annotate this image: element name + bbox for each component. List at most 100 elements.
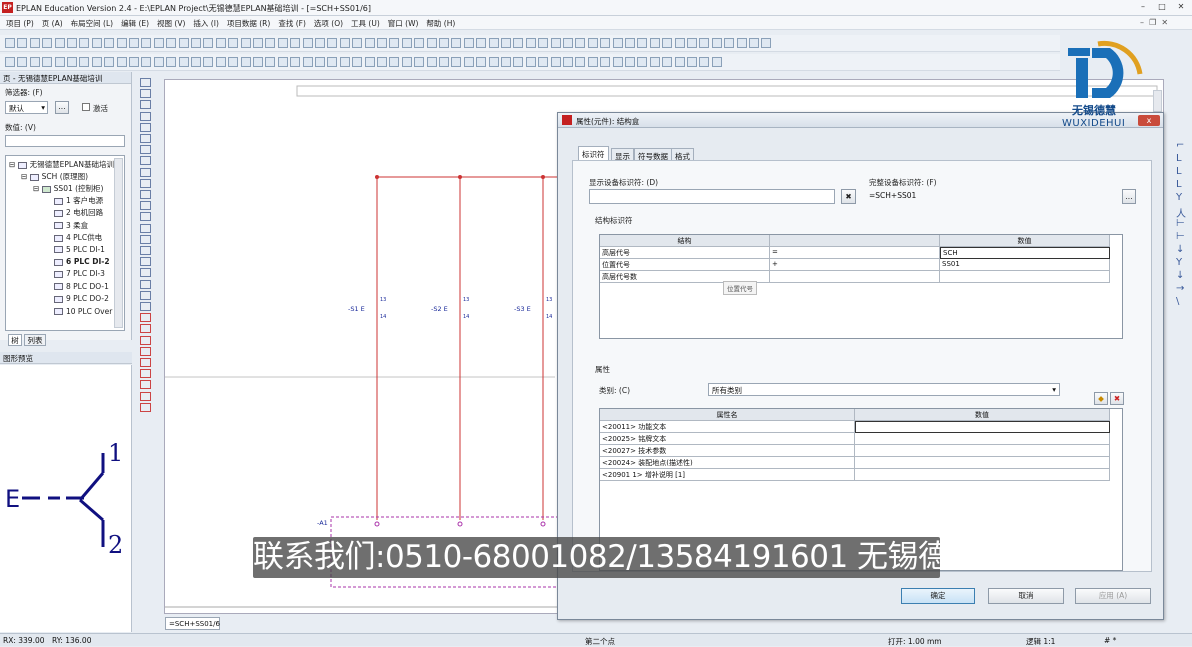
toolbar-button-icon[interactable] (736, 38, 747, 48)
toolbar-button-icon[interactable] (426, 38, 437, 48)
toolbar-button-icon[interactable] (339, 57, 350, 67)
toolbar-button-icon[interactable] (525, 57, 536, 67)
tree-scrollbar[interactable] (114, 158, 123, 328)
toolbar-button-icon[interactable] (327, 57, 338, 67)
toolbar-button-icon[interactable] (538, 57, 549, 67)
connection-tool-icon[interactable]: ⊢ (1176, 218, 1185, 229)
toolbar-button-icon[interactable] (54, 38, 65, 48)
toolbar-button-icon[interactable] (687, 57, 697, 67)
toolbar-button-icon[interactable] (277, 57, 288, 67)
tree-page-item[interactable]: 2 电机回路 (54, 207, 103, 218)
toolbar-button-icon[interactable] (253, 38, 263, 48)
plc-tag-label[interactable]: -A1 (317, 519, 328, 527)
insert-tool-icon[interactable] (140, 246, 151, 255)
toolbar-button-icon[interactable] (550, 38, 561, 48)
insert-tool-icon[interactable] (140, 156, 151, 166)
switch-s3-label[interactable]: -S3 E (514, 305, 531, 313)
toolbar-button-icon[interactable] (649, 57, 660, 67)
toolbar-button-icon[interactable] (587, 57, 598, 67)
tree-page-item[interactable]: 10 PLC Over (54, 307, 112, 316)
toolbar-button-icon[interactable] (401, 38, 412, 48)
toolbar-button-icon[interactable] (513, 57, 524, 67)
connection-tool-icon[interactable]: ⊢ (1176, 231, 1185, 242)
toolbar-button-icon[interactable] (587, 38, 598, 48)
property-cell-value[interactable] (855, 457, 1110, 469)
toolbar-button-icon[interactable] (699, 57, 710, 67)
toolbar-button-icon[interactable] (153, 38, 164, 48)
toolbar-button-icon[interactable] (463, 57, 474, 67)
connection-tool-icon[interactable]: ⌐ (1176, 140, 1184, 151)
toolbar-button-icon[interactable] (389, 38, 400, 48)
toolbar-button-icon[interactable] (215, 38, 226, 48)
structure-cell-value[interactable]: SS01 (940, 259, 1110, 271)
toolbar-button-icon[interactable] (749, 38, 759, 48)
toolbar-button-icon[interactable] (377, 57, 387, 67)
toolbar-button-icon[interactable] (166, 38, 177, 48)
tree-page-item[interactable]: 3 柔盒 (54, 220, 88, 231)
property-cell-value[interactable] (855, 421, 1110, 433)
toolbar-button-icon[interactable] (612, 38, 623, 48)
cancel-button[interactable]: 取消 (988, 588, 1064, 604)
insert-tool-icon[interactable] (140, 234, 151, 244)
property-cell-value[interactable] (855, 469, 1110, 481)
connection-tool-icon[interactable]: → (1176, 283, 1184, 294)
property-cell-value[interactable] (855, 433, 1110, 445)
toolbar-button-icon[interactable] (166, 57, 177, 67)
toolbar-button-icon[interactable] (625, 38, 635, 48)
toolbar-button-icon[interactable] (67, 38, 77, 48)
toolbar-button-icon[interactable] (439, 38, 449, 48)
maximize-button[interactable]: □ (1155, 1, 1169, 13)
menu-item-edit[interactable]: 编辑 (E) (117, 16, 153, 31)
toolbar-button-icon[interactable] (525, 38, 536, 48)
toolbar-button-icon[interactable] (191, 57, 201, 67)
toolbar-button-icon[interactable] (116, 38, 127, 48)
toolbar-button-icon[interactable] (724, 38, 735, 48)
insert-tool-icon[interactable] (140, 391, 151, 401)
toolbar-button-icon[interactable] (488, 57, 499, 67)
insert-tool-icon[interactable] (140, 268, 151, 278)
insert-tool-icon[interactable] (140, 89, 151, 99)
insert-tool-icon[interactable] (140, 223, 151, 233)
toolbar-button-icon[interactable] (414, 57, 425, 67)
toolbar-button-icon[interactable] (711, 38, 722, 48)
toolbar-button-icon[interactable] (253, 57, 263, 67)
toolbar-button-icon[interactable] (141, 38, 152, 48)
insert-tool-icon[interactable] (140, 201, 151, 211)
toolbar-button-icon[interactable] (389, 57, 400, 67)
property-cell-value[interactable] (855, 445, 1110, 457)
toolbar-button-icon[interactable] (79, 57, 90, 67)
filter-select[interactable]: 默认 ▾ (5, 101, 48, 114)
toolbar-button-icon[interactable] (674, 38, 685, 48)
toolbar-button-icon[interactable] (339, 38, 350, 48)
insert-tool-icon[interactable] (140, 145, 151, 155)
toolbar-button-icon[interactable] (401, 57, 412, 67)
toolbar-button-icon[interactable] (501, 57, 511, 67)
toolbar-button-icon[interactable] (178, 57, 189, 67)
toolbar-button-icon[interactable] (228, 57, 239, 67)
tab-identifier[interactable]: 标识符 (578, 146, 609, 161)
insert-tool-icon[interactable] (140, 380, 151, 390)
toolbar-button-icon[interactable] (575, 57, 586, 67)
toolbar-button-icon[interactable] (79, 38, 90, 48)
tree-root[interactable]: ⊟ 无锡德慧EPLAN基础培训 (9, 159, 114, 170)
minimize-button[interactable]: – (1136, 1, 1150, 13)
menu-item-view[interactable]: 视图 (V) (153, 16, 189, 31)
toolbar-button-icon[interactable] (674, 57, 685, 67)
toolbar-button-icon[interactable] (228, 38, 239, 48)
toolbar-button-icon[interactable] (265, 57, 276, 67)
toolbar-button-icon[interactable] (277, 38, 288, 48)
insert-tool-icon[interactable] (140, 279, 151, 289)
toolbar-button-icon[interactable] (364, 57, 375, 67)
canvas-vscroll-thumb[interactable] (1153, 90, 1162, 112)
insert-tool-icon[interactable] (140, 313, 151, 323)
connection-tool-icon[interactable]: ↓ (1176, 244, 1184, 255)
menu-item-project[interactable]: 项目 (P) (0, 16, 38, 31)
toolbar-button-icon[interactable] (575, 38, 586, 48)
insert-tool-icon[interactable] (140, 402, 151, 412)
menu-item-layout[interactable]: 布局空间 (L) (67, 16, 117, 31)
insert-tool-icon[interactable] (140, 78, 151, 87)
insert-tool-icon[interactable] (140, 358, 151, 367)
toolbar-button-icon[interactable] (265, 38, 276, 48)
connection-tool-icon[interactable]: L (1176, 153, 1182, 164)
activate-checkbox[interactable] (82, 103, 90, 111)
